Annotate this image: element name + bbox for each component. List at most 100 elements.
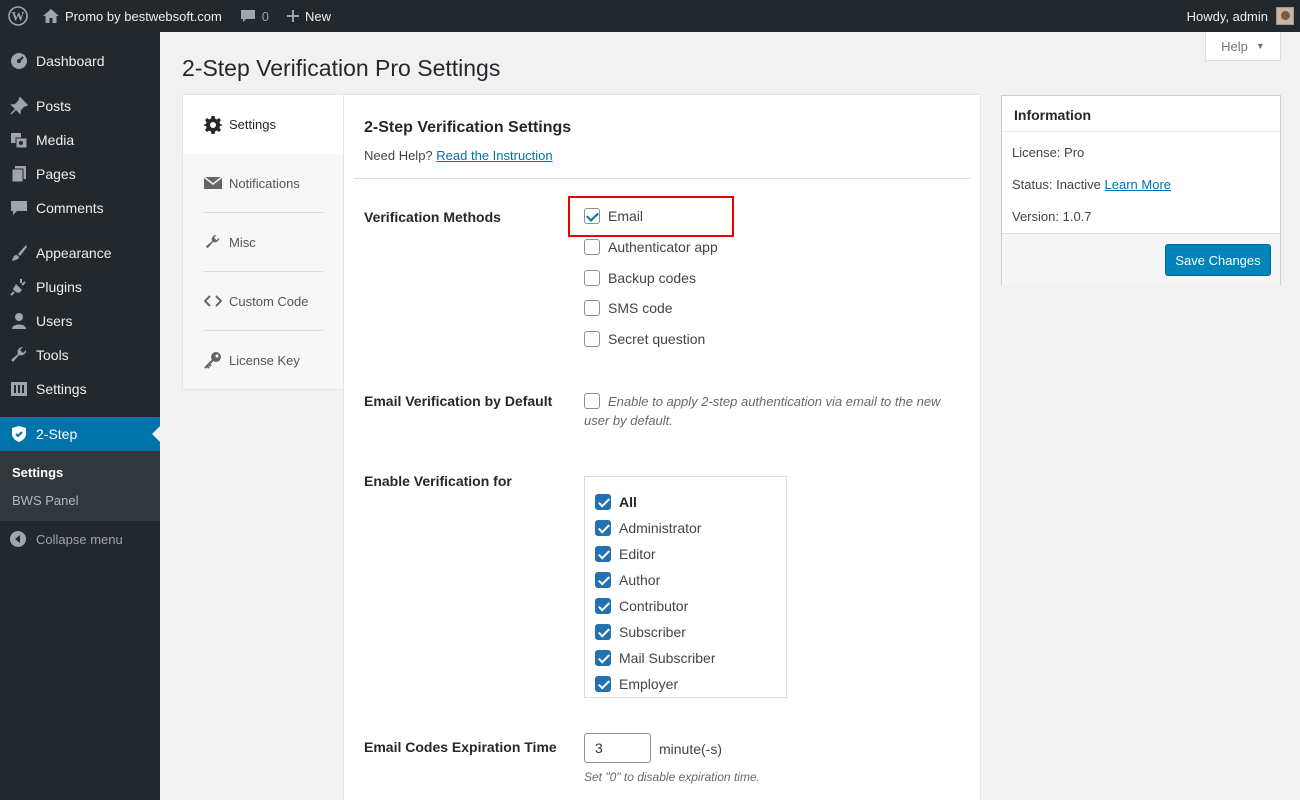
sidebar-item-2-step[interactable]: 2-Step [0, 417, 160, 451]
checkbox-role-contributor[interactable]: Contributor [595, 598, 688, 614]
submenu-item-settings[interactable]: Settings [12, 465, 63, 480]
sidebar-item-label: Dashboard [36, 53, 105, 69]
email-default-description-line2: user by default. [584, 413, 673, 428]
save-changes-button[interactable]: Save Changes [1165, 244, 1271, 276]
checkbox-label: Authenticator app [608, 239, 718, 255]
checkbox-label: All [619, 494, 637, 510]
admin-sidebar: Dashboard Posts Media Pages Comments App… [0, 32, 160, 800]
checkbox-box[interactable] [595, 572, 611, 588]
sidebar-item-appearance[interactable]: Appearance [0, 236, 160, 270]
admin-bar: W Promo by bestwebsoft.com 0 New Howdy, … [0, 0, 1300, 32]
checkbox-role-editor[interactable]: Editor [595, 546, 656, 562]
checkbox-sms-code[interactable]: SMS code [584, 300, 673, 316]
expiration-unit: minute(-s) [659, 741, 723, 757]
checkbox-secret-question[interactable]: Secret question [584, 331, 705, 347]
checkbox-box[interactable] [584, 300, 600, 316]
page-title: 2-Step Verification Pro Settings [182, 55, 501, 81]
shield-icon [0, 425, 36, 443]
status-line: Status: Inactive Learn More [1012, 177, 1171, 192]
information-box: Information License: Pro Status: Inactiv… [1001, 95, 1281, 285]
greeting: Howdy, admin [1186, 8, 1268, 24]
sidebar-item-label: Plugins [36, 279, 82, 295]
expiration-input[interactable]: 3 [584, 733, 651, 763]
checkbox-label: Author [619, 572, 661, 588]
checkbox-box[interactable] [584, 239, 600, 255]
caret-down-icon: ▼ [1255, 41, 1265, 51]
checkbox-role-author[interactable]: Author [595, 572, 660, 588]
wrench-icon [204, 234, 222, 250]
email-default-label: Email Verification by Default [364, 393, 553, 409]
sidebar-item-label: Settings [36, 381, 87, 397]
my-account-link[interactable]: Howdy, admin [1178, 0, 1300, 32]
version-label: Version: [1012, 209, 1059, 224]
comment-bubble-icon [240, 9, 256, 23]
sidebar-item-tools[interactable]: Tools [0, 338, 160, 372]
checkbox-role-administrator[interactable]: Administrator [595, 520, 701, 536]
tab-license-key[interactable]: License Key [183, 331, 343, 389]
checkbox-role-employer[interactable]: Employer [595, 676, 678, 692]
checkbox-role-mail-subscriber[interactable]: Mail Subscriber [595, 650, 715, 666]
checkbox-box[interactable] [595, 598, 611, 614]
tab-custom-code[interactable]: Custom Code [183, 272, 343, 330]
instruction-link[interactable]: Read the Instruction [436, 148, 552, 163]
checkbox-box[interactable] [584, 393, 600, 409]
checkbox-box[interactable] [584, 270, 600, 286]
checkbox-label: SMS code [608, 300, 673, 316]
wordpress-logo-icon[interactable]: W [2, 0, 34, 32]
sidebar-item-dashboard[interactable]: Dashboard [0, 44, 160, 78]
tab-misc[interactable]: Misc [183, 213, 343, 271]
settings-form: 2-Step Verification Settings Need Help? … [343, 94, 981, 800]
sidebar-item-pages[interactable]: Pages [0, 157, 160, 191]
tab-label: Misc [229, 234, 256, 250]
avatar [1276, 7, 1294, 25]
media-icon [0, 131, 36, 149]
checkbox-label: Secret question [608, 331, 706, 347]
need-help-text: Need Help? Read the Instruction [364, 148, 553, 163]
learn-more-link[interactable]: Learn More [1105, 177, 1171, 192]
tab-label: License Key [229, 352, 300, 368]
collapse-menu-button[interactable]: Collapse menu [0, 527, 123, 551]
comment-icon [0, 199, 36, 217]
checkbox-box[interactable] [595, 624, 611, 640]
sidebar-item-users[interactable]: Users [0, 304, 160, 338]
pin-icon [0, 97, 36, 115]
sidebar-item-posts[interactable]: Posts [0, 89, 160, 123]
comments-link[interactable]: 0 [231, 0, 278, 32]
status-value: Inactive [1056, 177, 1101, 192]
sidebar-item-label: Tools [36, 347, 69, 363]
site-name-link[interactable]: Promo by bestwebsoft.com [34, 0, 231, 32]
license-line: License: Pro [1012, 145, 1084, 160]
help-tab-button[interactable]: Help ▼ [1205, 32, 1281, 61]
verification-methods-label: Verification Methods [364, 209, 501, 225]
email-default-description-line1: Enable to apply 2-step authentication vi… [608, 394, 941, 409]
checkbox-box[interactable] [595, 650, 611, 666]
checkbox-box[interactable] [595, 494, 611, 510]
sidebar-item-label: 2-Step [36, 426, 78, 442]
new-content-link[interactable]: New [278, 0, 340, 32]
checkbox-label: Administrator [619, 520, 702, 536]
checkbox-authenticator-app[interactable]: Authenticator app [584, 239, 718, 255]
sidebar-item-comments[interactable]: Comments [0, 191, 160, 225]
submenu-item-bws-panel[interactable]: BWS Panel [12, 493, 78, 508]
brush-icon [0, 244, 36, 262]
checkbox-role-all[interactable]: All [595, 494, 637, 510]
tab-settings[interactable]: Settings [183, 95, 343, 154]
checkbox-email[interactable]: Email [584, 208, 643, 224]
checkbox-box[interactable] [584, 208, 600, 224]
checkbox-box[interactable] [595, 520, 611, 536]
checkbox-box[interactable] [595, 546, 611, 562]
checkbox-backup-codes[interactable]: Backup codes [584, 270, 696, 286]
checkbox-label: Contributor [619, 598, 689, 614]
checkbox-box[interactable] [584, 331, 600, 347]
tab-notifications[interactable]: Notifications [183, 154, 343, 212]
settings-icon [0, 380, 36, 398]
checkbox-role-subscriber[interactable]: Subscriber [595, 624, 686, 640]
sidebar-item-settings[interactable]: Settings [0, 372, 160, 406]
checkbox-email-default[interactable] [584, 393, 608, 409]
checkbox-box[interactable] [595, 676, 611, 692]
sidebar-item-media[interactable]: Media [0, 123, 160, 157]
license-value: Pro [1064, 145, 1085, 160]
sidebar-item-plugins[interactable]: Plugins [0, 270, 160, 304]
sidebar-item-label: Appearance [36, 245, 112, 261]
plus-icon [287, 10, 300, 22]
